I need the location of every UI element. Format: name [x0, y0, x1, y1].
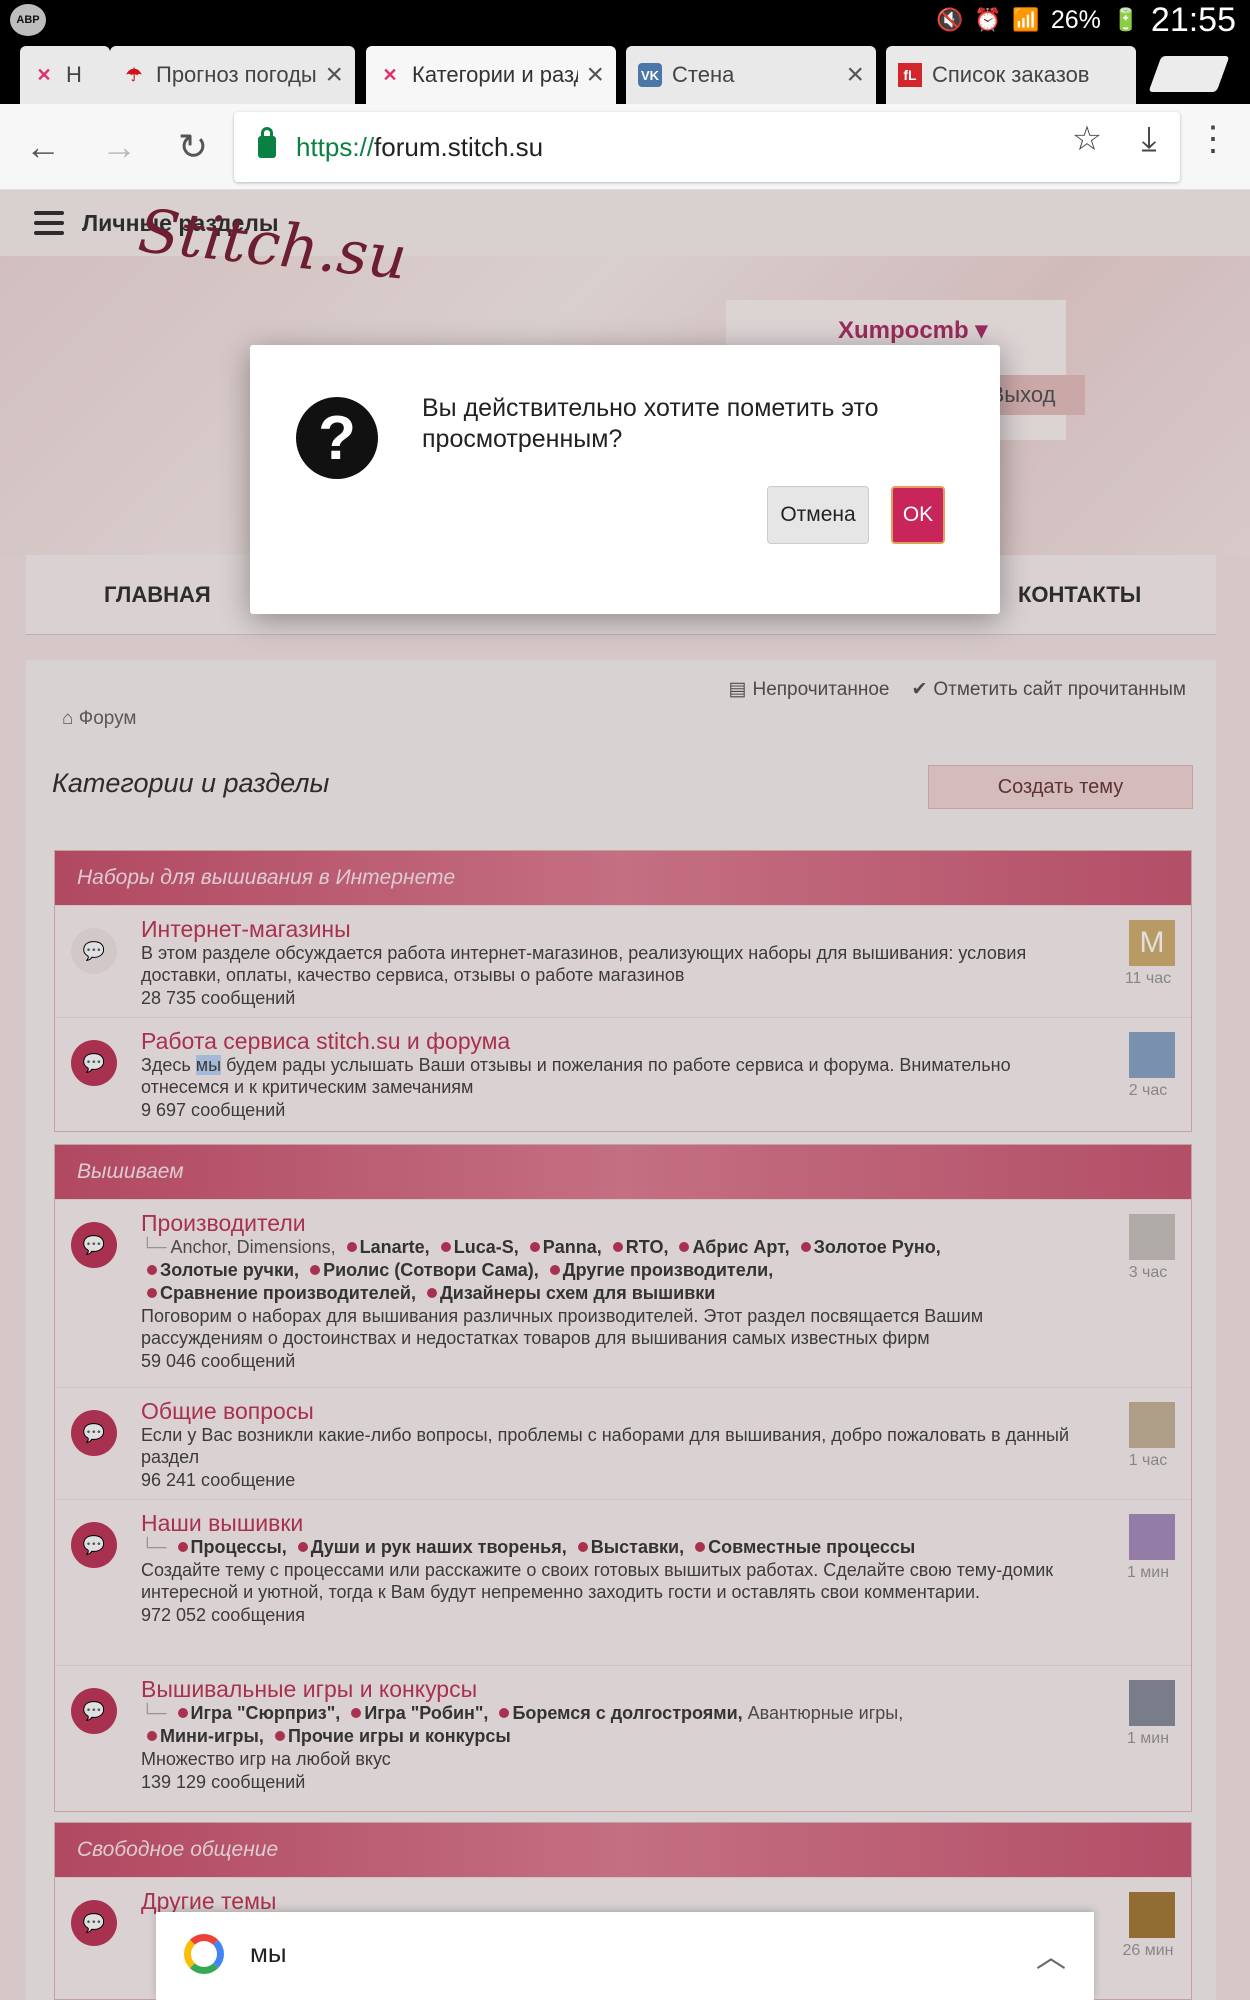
star-icon[interactable]: ☆	[1062, 114, 1112, 164]
umbrella-icon: ☂	[125, 64, 143, 85]
address-bar[interactable]: https:// forum.stitch.su	[234, 112, 1180, 182]
tab-3-active[interactable]: ✕ Категории и разделы ×	[366, 46, 616, 104]
tab-title: Прогноз погоды	[156, 62, 317, 87]
wifi-icon: 📶	[1012, 7, 1040, 32]
status-bar: ABP 🔇 ⏰ 📶 26% 🔋 21:55	[0, 0, 1250, 40]
battery-level: 26%	[1050, 5, 1101, 34]
download-icon[interactable]: ⤓	[1124, 114, 1174, 164]
google-query: мы	[250, 1938, 287, 1968]
clock: 21:55	[1150, 0, 1236, 39]
question-icon: ?	[296, 397, 378, 479]
reload-icon[interactable]: ↻	[170, 124, 216, 170]
back-icon[interactable]: ←	[20, 124, 66, 170]
forward-icon[interactable]: →	[96, 124, 142, 170]
tab-4[interactable]: VK Стена ×	[626, 46, 876, 104]
close-icon[interactable]: ×	[846, 58, 864, 92]
confirm-dialog: ? Вы действительно хотите пометить это п…	[250, 345, 1000, 614]
close-icon[interactable]: ×	[586, 58, 604, 92]
google-icon	[184, 1934, 224, 1974]
stitch-icon: ✕	[382, 64, 398, 85]
adblock-icon[interactable]: ABP	[10, 4, 46, 36]
chevron-up-icon[interactable]: ︿	[1036, 1932, 1066, 1976]
tab-5[interactable]: fL Список заказов	[886, 46, 1136, 104]
tab-title: Категории и разделы	[412, 62, 578, 87]
browser-toolbar: ← → ↻ https:// forum.stitch.su ☆ ⤓ ⋮	[0, 104, 1250, 190]
tab-title: Н	[66, 62, 82, 87]
tab-1[interactable]: ✕ Н	[20, 46, 110, 104]
google-search-bar[interactable]: мы ︿	[156, 1912, 1094, 2000]
battery-icon: 🔋	[1112, 7, 1140, 32]
new-tab-button[interactable]	[1148, 56, 1230, 92]
tab-2[interactable]: ☂ Прогноз погоды ×	[110, 46, 355, 104]
vk-icon: VK	[638, 63, 662, 87]
url-host: forum.stitch.su	[374, 131, 544, 162]
lock-icon	[258, 127, 276, 158]
mute-icon: 🔇	[936, 7, 964, 32]
dialog-message: Вы действительно хотите пометить это про…	[422, 394, 879, 453]
ok-button[interactable]: OK	[891, 486, 945, 544]
url-scheme: https://	[296, 131, 375, 162]
stitch-icon: ✕	[36, 64, 52, 85]
tab-strip: ✕ Н ☂ Прогноз погоды × ✕ Категории и раз…	[0, 40, 1250, 104]
alarm-icon: ⏰	[974, 7, 1002, 32]
close-icon[interactable]: ×	[325, 58, 343, 92]
menu-icon[interactable]: ⋮	[1188, 114, 1238, 164]
tab-title: Стена	[672, 62, 735, 87]
cancel-button[interactable]: Отмена	[767, 486, 869, 544]
tab-title: Список заказов	[932, 62, 1090, 87]
fl-icon: fL	[898, 63, 922, 87]
